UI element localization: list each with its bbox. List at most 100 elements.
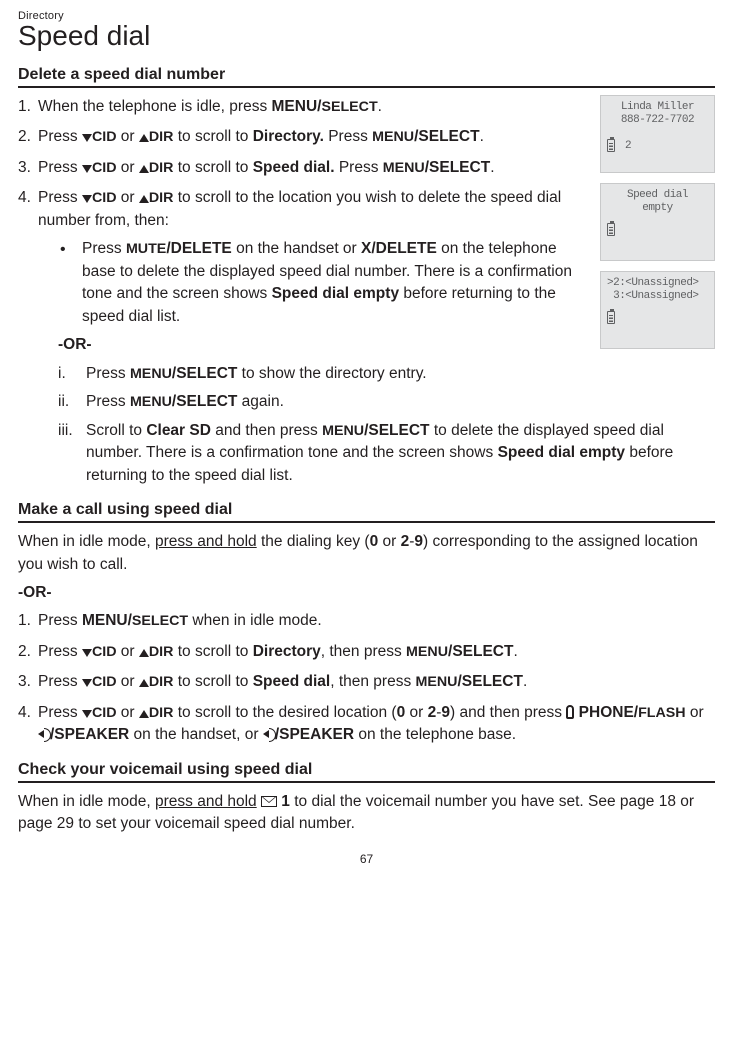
text: Press <box>38 189 82 206</box>
lcd-line: 2 <box>625 140 631 152</box>
or-divider: -OR- <box>18 582 715 604</box>
text: Directory. <box>253 128 324 145</box>
text: When in idle mode, <box>18 533 155 550</box>
text: DIR <box>149 129 174 145</box>
text: to scroll to <box>173 128 252 145</box>
text: Speed dial. <box>253 159 335 176</box>
text: SELECT <box>132 613 188 629</box>
down-arrow-icon <box>82 134 92 142</box>
text: the dialing key ( <box>257 533 370 550</box>
text: . <box>523 673 527 690</box>
text: /SELECT <box>457 673 522 690</box>
text: MENU <box>416 674 458 690</box>
text: 9 <box>414 533 423 550</box>
text: or <box>116 643 138 660</box>
handset-icon <box>566 705 574 719</box>
step: Press MENU/SELECT when in idle mode. <box>18 610 715 632</box>
up-arrow-icon <box>139 710 149 718</box>
text: Press <box>38 612 82 629</box>
text: Press <box>38 643 82 660</box>
up-arrow-icon <box>139 165 149 173</box>
text: , then press <box>330 673 415 690</box>
lcd-screen-2: Speed dial empty <box>600 183 715 261</box>
text: Speed dial empty <box>498 444 625 461</box>
text: to scroll to <box>173 643 252 660</box>
text: to scroll to <box>173 159 252 176</box>
text: Speed dial empty <box>272 285 399 302</box>
lcd-line: >2:<Unassigned> <box>605 277 710 290</box>
text: CID <box>92 644 117 660</box>
text: or <box>405 704 427 721</box>
step: Press CID or DIR to scroll to the desire… <box>18 702 715 747</box>
text: Press <box>38 673 82 690</box>
text: or <box>116 159 138 176</box>
bullet: Press MUTE/DELETE on the handset or X/DE… <box>60 238 590 328</box>
text: on the handset, or <box>129 726 263 743</box>
text: /DELETE <box>166 240 231 257</box>
section-heading: Make a call using speed dial <box>18 501 715 523</box>
text: MENU <box>130 394 172 410</box>
section-heading: Check your voicemail using speed dial <box>18 761 715 783</box>
text: 1 <box>277 793 290 810</box>
text: Press <box>82 240 126 257</box>
text: when in idle mode. <box>188 612 322 629</box>
text: Press <box>86 393 130 410</box>
battery-icon <box>607 223 615 236</box>
text: . <box>490 159 494 176</box>
text: , then press <box>321 643 406 660</box>
down-arrow-icon <box>82 710 92 718</box>
step: Press CID or DIR to scroll to Directory,… <box>18 641 715 663</box>
text: Press <box>86 365 130 382</box>
text: X/DELETE <box>361 240 437 257</box>
text: . <box>480 128 484 145</box>
substep: i. Press MENU/SELECT to show the directo… <box>58 363 588 385</box>
text: DIR <box>149 674 174 690</box>
text: again. <box>237 393 284 410</box>
text: Scroll to <box>86 422 146 439</box>
substep: iii. Scroll to Clear SD and then press M… <box>58 420 708 487</box>
substep: ii. Press MENU/SELECT again. <box>58 391 588 413</box>
text: DIR <box>149 644 174 660</box>
text: press and hold <box>155 533 257 550</box>
down-arrow-icon <box>82 165 92 173</box>
lcd-screen-3: >2:<Unassigned> 3:<Unassigned> <box>600 271 715 349</box>
up-arrow-icon <box>139 679 149 687</box>
battery-icon <box>607 139 615 152</box>
text: Press <box>38 704 82 721</box>
text: CID <box>92 129 117 145</box>
lcd-line: 3:<Unassigned> <box>605 290 710 303</box>
text: /SELECT <box>172 365 237 382</box>
paragraph: When in idle mode, press and hold the di… <box>18 531 715 576</box>
down-arrow-icon <box>82 649 92 657</box>
up-arrow-icon <box>139 195 149 203</box>
text: 0 <box>397 704 406 721</box>
text: or <box>686 704 704 721</box>
speaker-icon <box>263 728 275 740</box>
text: /SPEAKER <box>50 726 129 743</box>
text: /SELECT <box>172 393 237 410</box>
text: ) and then press <box>450 704 566 721</box>
text: DIR <box>149 190 174 206</box>
text: 9 <box>441 704 450 721</box>
or-divider: -OR- <box>58 334 588 356</box>
text: 2 <box>428 704 437 721</box>
text: MENU <box>322 423 364 439</box>
text: . <box>378 98 382 115</box>
text: PHONE/ <box>574 704 638 721</box>
text: Directory <box>253 643 321 660</box>
text: MENU/ <box>82 612 132 629</box>
text: . <box>513 643 517 660</box>
section-heading: Delete a speed dial number <box>18 66 715 88</box>
text: /SELECT <box>364 422 429 439</box>
battery-icon <box>607 311 615 324</box>
text: to scroll to <box>173 673 252 690</box>
text: Clear SD <box>146 422 211 439</box>
text: and then press <box>211 422 322 439</box>
down-arrow-icon <box>82 679 92 687</box>
text: CID <box>92 190 117 206</box>
text: 2 <box>401 533 410 550</box>
text: on the handset or <box>232 240 361 257</box>
up-arrow-icon <box>139 134 149 142</box>
text: Press <box>38 128 82 145</box>
step: Press CID or DIR to scroll to Speed dial… <box>18 157 588 179</box>
